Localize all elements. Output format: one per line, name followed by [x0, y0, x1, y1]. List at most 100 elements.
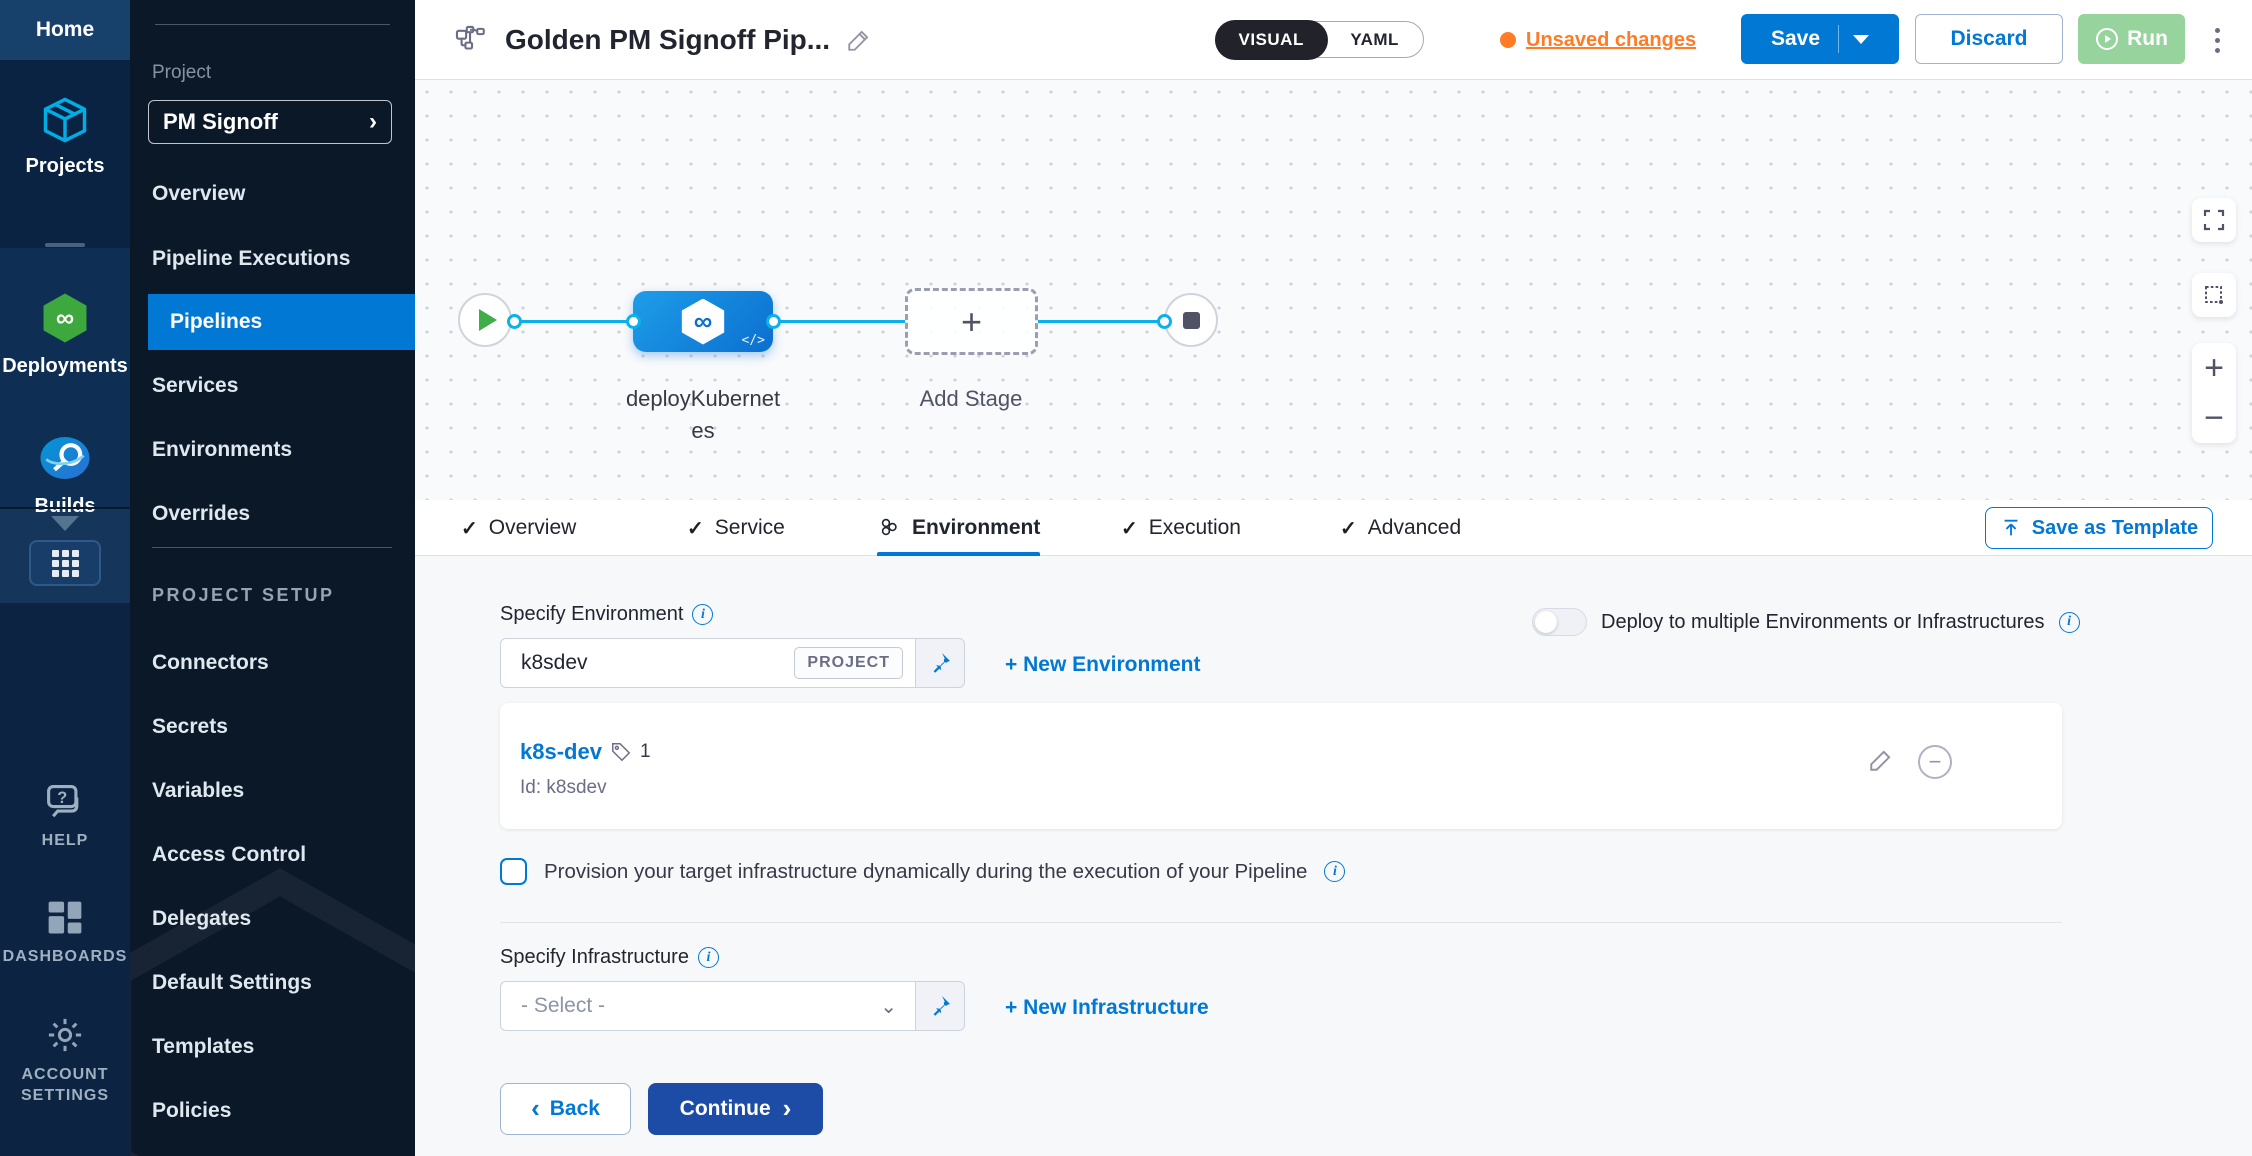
port-stage-in	[626, 314, 641, 329]
sidenav-item-services[interactable]: Services	[130, 358, 415, 414]
check-icon: ✓	[461, 516, 478, 541]
edge-addstage-to-end	[1038, 320, 1173, 323]
environment-icon	[877, 516, 901, 540]
environment-input[interactable]	[521, 651, 794, 675]
rail-item-apps[interactable]	[0, 540, 130, 586]
sidenav-item-variables[interactable]: Variables	[130, 763, 415, 819]
pin-infrastructure-button[interactable]	[915, 981, 965, 1031]
pipeline-start-node[interactable]	[458, 293, 512, 347]
rail-item-help[interactable]: ? HELP	[0, 782, 130, 852]
environment-input-wrap: PROJECT	[500, 638, 915, 688]
infrastructure-select[interactable]: - Select - ⌄	[500, 981, 915, 1031]
multi-deploy-toggle-row: Deploy to multiple Environments or Infra…	[1532, 608, 2080, 636]
check-icon: ✓	[687, 516, 704, 541]
tab-execution[interactable]: ✓ Execution	[1121, 500, 1241, 556]
zoom-in-icon[interactable]: +	[2204, 353, 2224, 384]
info-icon[interactable]: i	[692, 604, 713, 625]
tab-label: Execution	[1149, 516, 1241, 540]
zoom-out-icon[interactable]: −	[2204, 403, 2224, 434]
info-icon[interactable]: i	[1324, 861, 1345, 882]
unsaved-changes[interactable]: Unsaved changes	[1500, 0, 1696, 80]
run-button[interactable]: Run	[2078, 14, 2185, 64]
tab-environment[interactable]: Environment	[877, 500, 1040, 556]
back-button[interactable]: ‹ Back	[500, 1083, 631, 1135]
visual-yaml-toggle[interactable]: VISUAL YAML	[1215, 21, 1424, 58]
edge-start-to-stage	[515, 320, 637, 323]
pipeline-end-node[interactable]	[1164, 293, 1218, 347]
tab-overview[interactable]: ✓ Overview	[461, 500, 576, 556]
edge-stage-to-addstage	[777, 320, 905, 323]
projects-cube-icon	[39, 94, 91, 146]
sidenav-item-overview[interactable]: Overview	[130, 166, 415, 222]
project-sidenav: Project PM Signoff › Overview Pipeline E…	[130, 0, 415, 1156]
select-region-button[interactable]	[2192, 273, 2236, 317]
project-name: PM Signoff	[163, 109, 278, 135]
fullscreen-button[interactable]	[2192, 198, 2236, 242]
remove-environment-button[interactable]: −	[1918, 745, 1952, 779]
environment-name-link[interactable]: k8s-dev	[520, 739, 602, 765]
mode-visual[interactable]: VISUAL	[1215, 20, 1328, 60]
chevron-down-icon[interactable]	[1853, 35, 1869, 44]
pipeline-canvas[interactable]: ∞ </> + deployKubernetes Add Stage	[415, 80, 2252, 500]
specify-infrastructure-label: Specify Infrastructure i	[500, 946, 719, 969]
sidenav-item-overrides[interactable]: Overrides	[130, 486, 415, 542]
save-label: Save	[1771, 27, 1820, 51]
more-options-kebab-icon[interactable]	[2205, 22, 2229, 58]
stage-config-tabbar: ✓ Overview ✓ Service Environment ✓ Execu…	[415, 500, 2252, 556]
sidenav-item-connectors[interactable]: Connectors	[130, 635, 415, 691]
sidenav-item-secrets[interactable]: Secrets	[130, 699, 415, 755]
sidenav-item-pipeline-executions[interactable]: Pipeline Executions	[130, 231, 415, 287]
sidenav-item-label: Pipelines	[170, 310, 262, 334]
info-icon[interactable]: i	[2059, 612, 2080, 633]
discard-button[interactable]: Discard	[1915, 14, 2063, 64]
sidenav-item-environments[interactable]: Environments	[130, 422, 415, 478]
tab-advanced[interactable]: ✓ Advanced	[1340, 500, 1461, 556]
tab-label: Advanced	[1368, 516, 1461, 540]
multi-deploy-toggle[interactable]	[1532, 608, 1587, 636]
rail-item-deployments[interactable]: ∞ Deployments	[0, 290, 130, 378]
port-start	[507, 314, 522, 329]
rail-item-dashboards[interactable]: DASHBOARDS	[0, 898, 130, 968]
run-label: Run	[2127, 27, 2168, 51]
edit-environment-button[interactable]	[1868, 747, 1894, 773]
sidenav-item-label: Secrets	[152, 715, 228, 739]
provision-checkbox[interactable]	[500, 858, 527, 885]
project-selector[interactable]: PM Signoff ›	[148, 100, 392, 144]
help-chat-icon: ?	[43, 782, 87, 822]
svg-text:∞: ∞	[56, 304, 74, 332]
chevron-left-icon: ‹	[531, 1095, 540, 1121]
pin-environment-button[interactable]	[915, 638, 965, 688]
new-environment-link[interactable]: + New Environment	[1005, 653, 1200, 677]
rail-collapse-control[interactable]	[0, 516, 130, 531]
add-stage-button[interactable]: +	[905, 288, 1038, 355]
environment-card[interactable]: k8s-dev 1 Id: k8sdev −	[500, 703, 2062, 829]
save-as-template-button[interactable]: Save as Template	[1985, 507, 2213, 549]
sidenav-item-label: Overrides	[152, 502, 250, 526]
multi-deploy-label: Deploy to multiple Environments or Infra…	[1601, 611, 2045, 634]
back-label: Back	[550, 1097, 600, 1121]
tab-service[interactable]: ✓ Service	[687, 500, 785, 556]
stage-node-deploy-kubernetes[interactable]: ∞ </>	[633, 291, 773, 352]
pipeline-icon	[455, 25, 489, 55]
environment-input-group: PROJECT	[500, 638, 965, 688]
cd-stage-hexagon-icon: ∞	[680, 299, 726, 345]
sidenav-item-pipelines[interactable]: Pipelines	[148, 294, 415, 350]
rail-item-home[interactable]: Home	[0, 0, 130, 60]
info-icon[interactable]: i	[698, 947, 719, 968]
projects-label: Projects	[26, 155, 105, 178]
rail-item-builds[interactable]: Builds	[0, 430, 130, 518]
dashboards-icon	[43, 898, 87, 938]
new-infrastructure-link[interactable]: + New Infrastructure	[1005, 996, 1209, 1020]
unsaved-dot-icon	[1500, 32, 1516, 48]
mode-yaml[interactable]: YAML	[1326, 21, 1423, 58]
rail-item-projects[interactable]: Projects	[0, 94, 130, 178]
rail-item-account-settings[interactable]: ACCOUNT SETTINGS	[0, 1014, 130, 1107]
specify-environment-label: Specify Environment i	[500, 603, 713, 626]
pipeline-header: Golden PM Signoff Pip... VISUAL YAML Uns…	[415, 0, 2252, 80]
app-root: Home Projects ∞ Deployments	[0, 0, 2252, 1156]
save-button[interactable]: Save	[1741, 14, 1899, 64]
edit-pencil-icon[interactable]	[846, 27, 872, 53]
builds-ci-icon	[37, 430, 93, 486]
tab-label: Service	[715, 516, 785, 540]
continue-button[interactable]: Continue ›	[648, 1083, 823, 1135]
